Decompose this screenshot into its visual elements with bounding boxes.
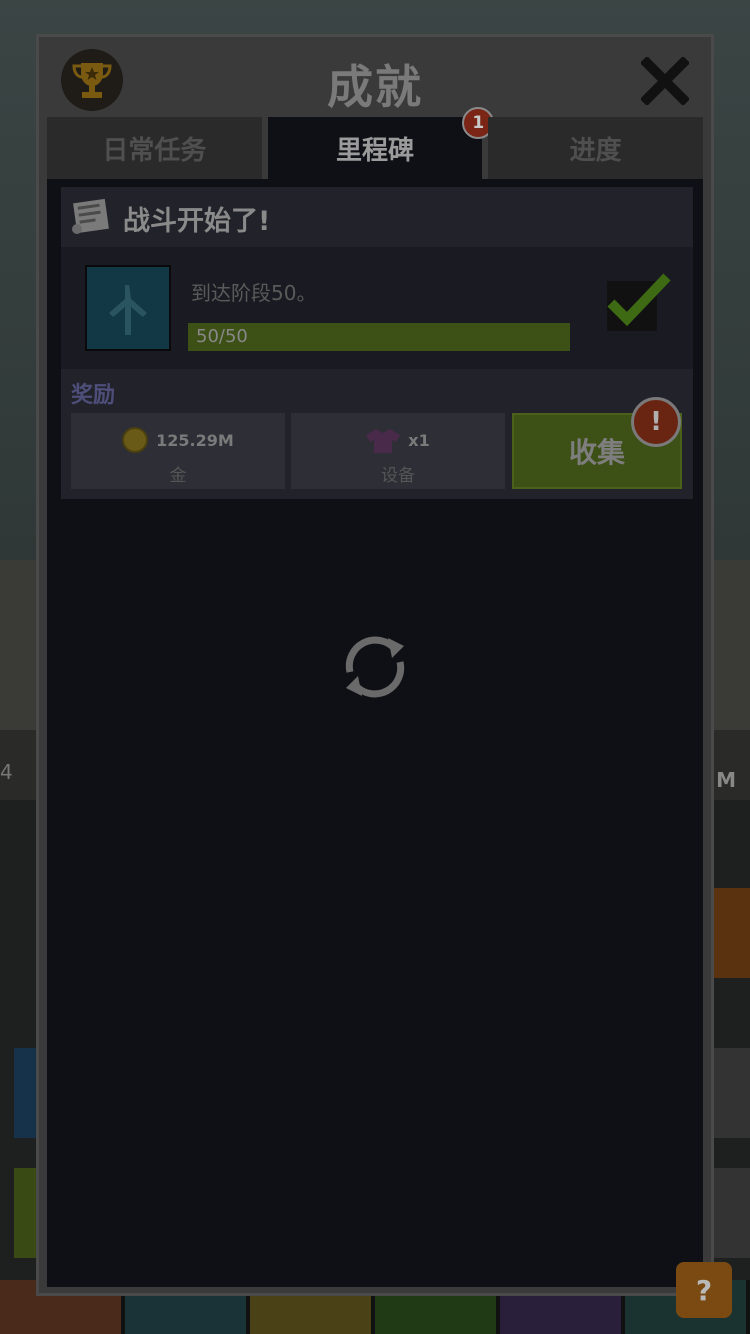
loading-refresh-icon	[336, 628, 414, 710]
background-tile	[714, 1048, 750, 1138]
completed-checkbox	[607, 273, 671, 331]
reward-value: x1	[408, 430, 430, 450]
gold-coin-icon	[122, 427, 149, 453]
tab-milestones[interactable]: 里程碑 1	[267, 107, 495, 179]
milestone-list: 战斗开始了! 到达阶段50。 50/50 奖励 125.29M 金 x1 设备 …	[47, 179, 703, 1287]
tab-label: 里程碑	[336, 135, 415, 166]
panel-header: 成就	[39, 37, 711, 119]
close-icon[interactable]	[639, 55, 691, 107]
background-right-text: M	[716, 768, 736, 792]
background-left-text: 4	[0, 760, 13, 784]
achievement-title: 战斗开始了!	[123, 206, 271, 237]
reward-equipment: x1 设备	[291, 413, 505, 489]
achievement-card: 战斗开始了! 到达阶段50。 50/50 奖励 125.29M 金 x1 设备 …	[61, 187, 693, 499]
progress-bar: 50/50	[188, 323, 570, 351]
tab-label: 日常任务	[102, 135, 207, 166]
achievement-thumbnail	[85, 265, 171, 351]
background-tile	[714, 888, 750, 978]
tab-bar: 日常任务 里程碑 1 进度	[47, 107, 704, 179]
checkmark-icon	[607, 273, 671, 327]
shirt-icon	[366, 429, 401, 453]
scroll-icon	[69, 195, 115, 243]
tab-progress[interactable]: 进度	[488, 117, 704, 179]
reward-label: 金	[169, 466, 187, 486]
tab-label: 进度	[569, 135, 622, 166]
background-tile	[714, 1168, 750, 1258]
reward-value: 125.29M	[156, 430, 234, 450]
achievement-description: 到达阶段50。	[191, 281, 317, 305]
tab-daily-tasks[interactable]: 日常任务	[47, 117, 262, 179]
reward-gold: 125.29M 金	[71, 413, 285, 489]
achievement-header: 战斗开始了!	[61, 187, 693, 247]
panel-title: 成就	[327, 60, 423, 114]
collect-alert-icon: !	[631, 397, 681, 447]
rewards-section: 奖励 125.29M 金 x1 设备 收集	[61, 369, 693, 499]
reward-label: 设备	[381, 466, 415, 486]
progress-text: 50/50	[196, 326, 248, 347]
help-button[interactable]: ?	[676, 1262, 732, 1318]
rewards-label: 奖励	[71, 383, 116, 408]
